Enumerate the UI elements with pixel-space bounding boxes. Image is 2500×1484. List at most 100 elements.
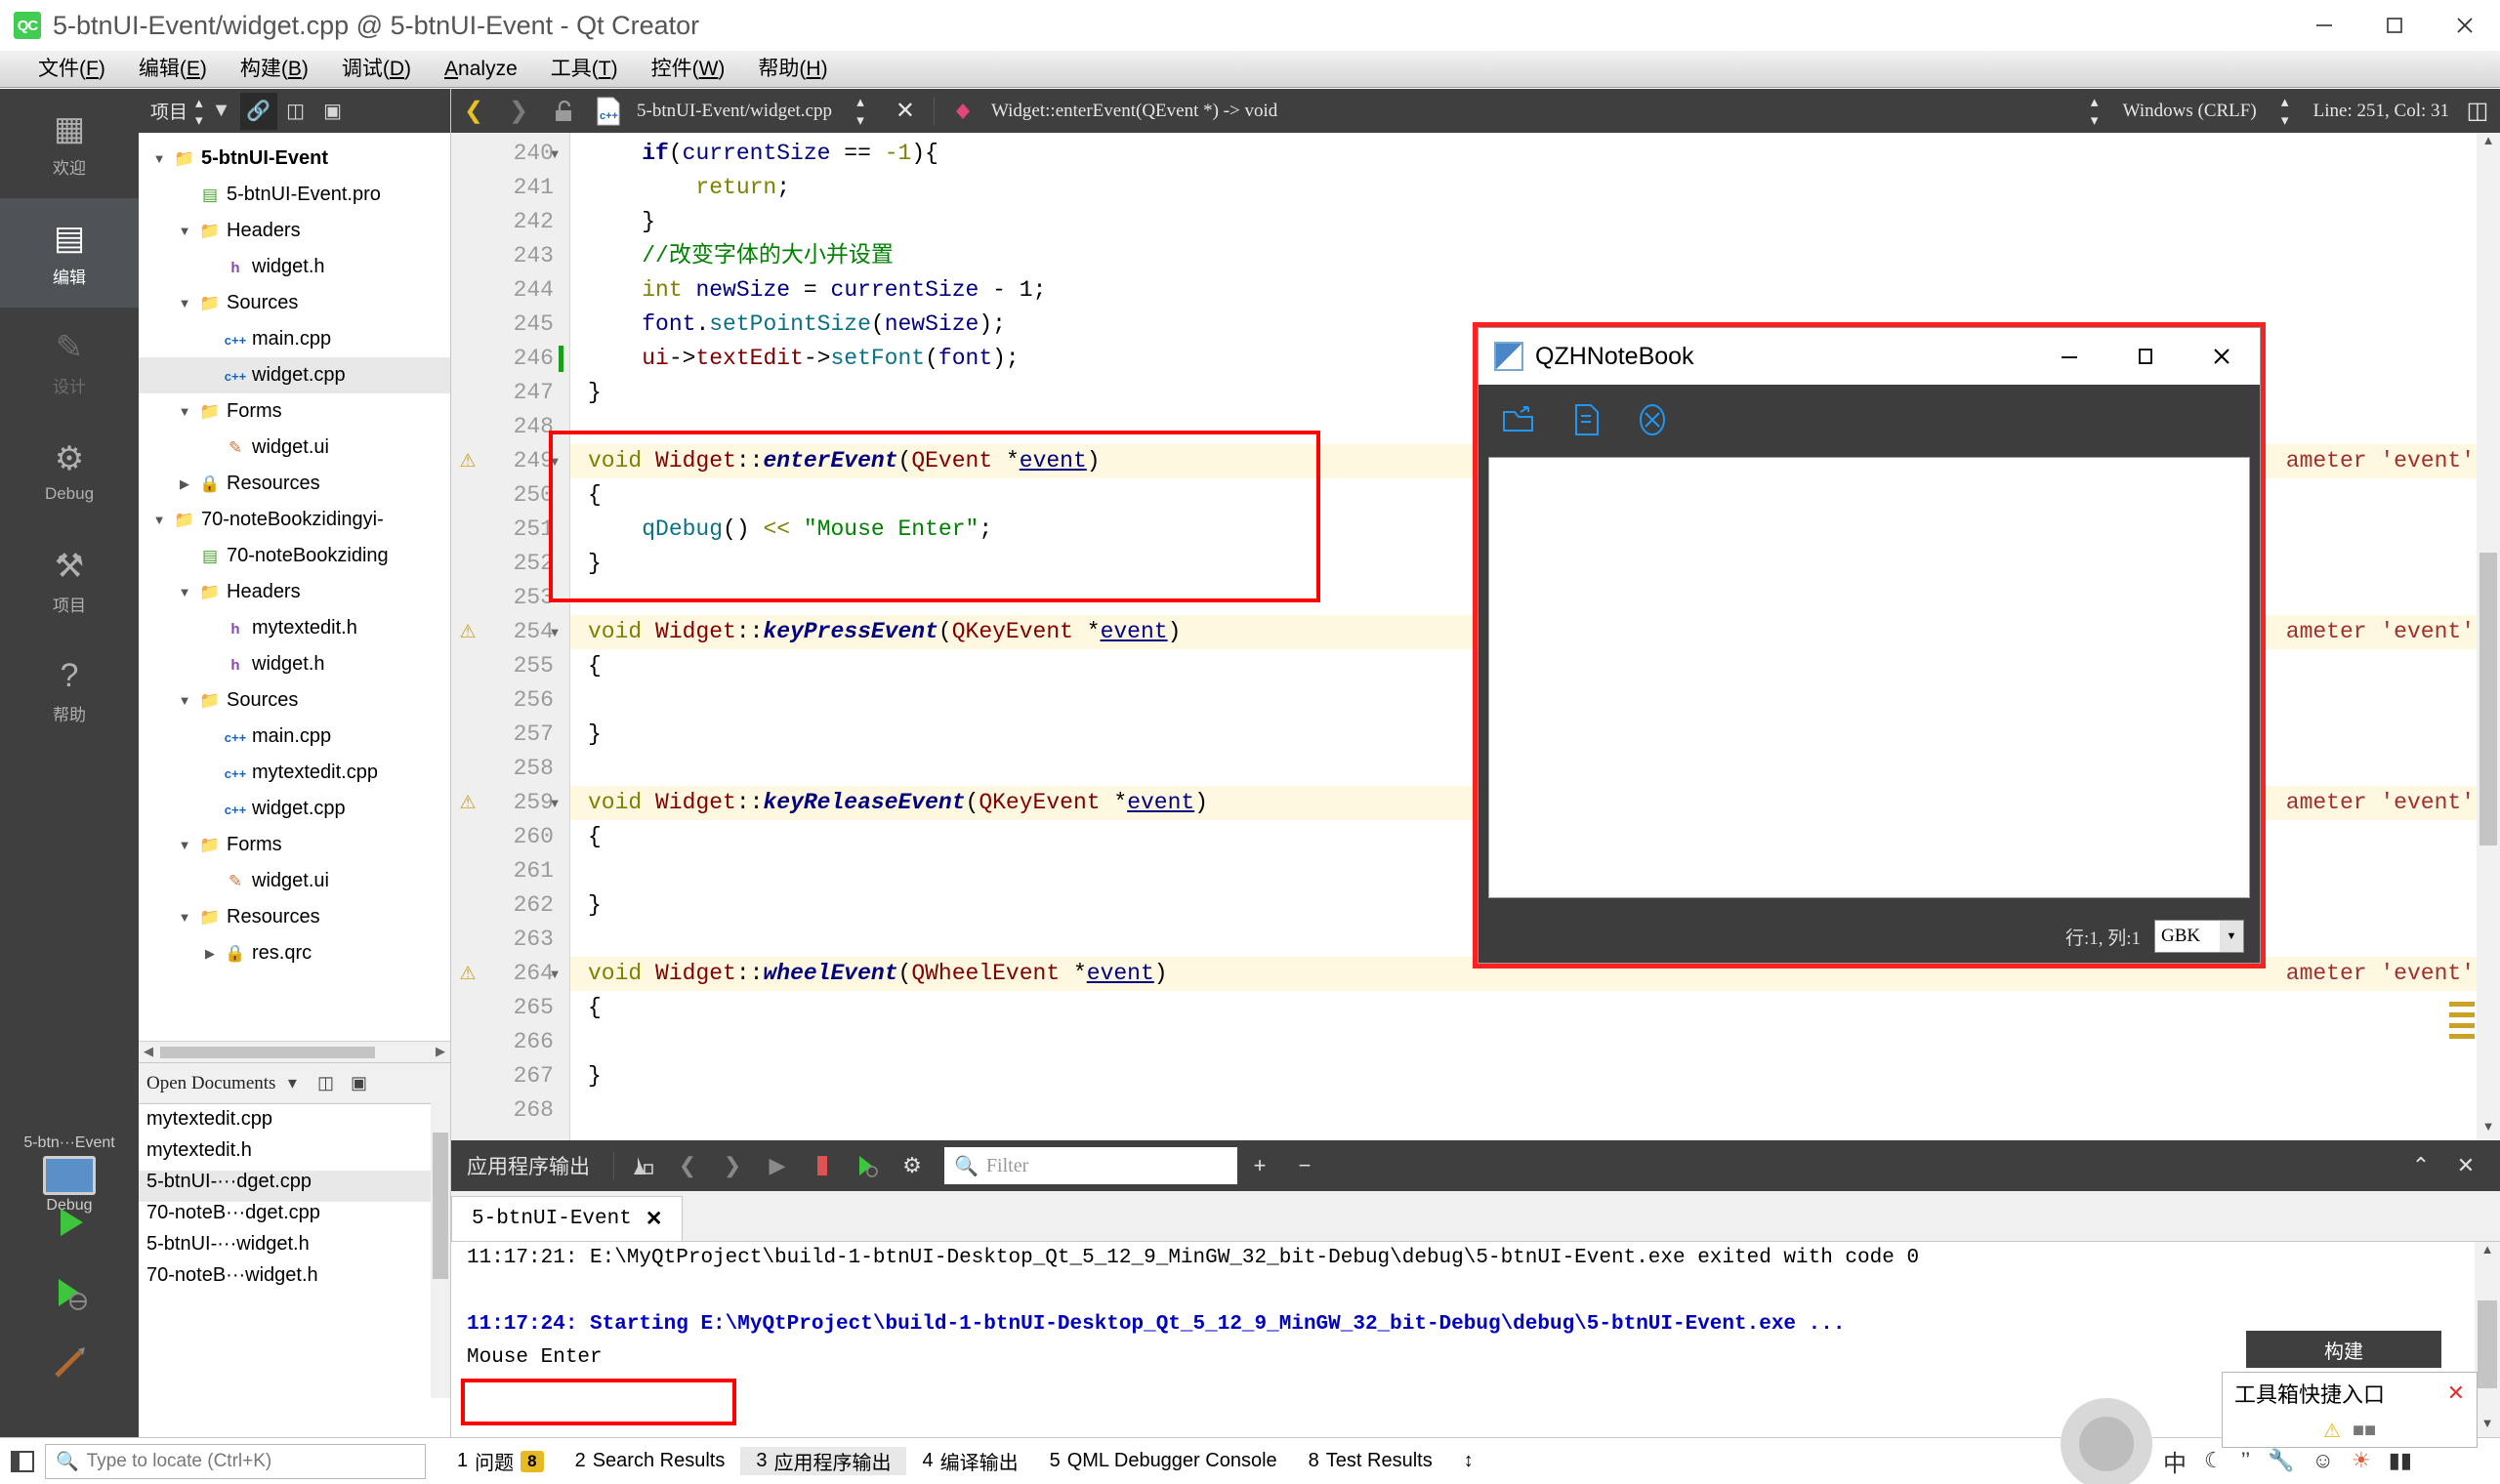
tree-item[interactable]: h mytextedit.h [139,610,450,646]
output-scroll-thumb[interactable] [2478,1300,2497,1388]
tree-item[interactable]: ▼ 📁 Headers [139,574,450,610]
menu-item-3[interactable]: 调试(D) [325,51,428,88]
output-pane-button-4[interactable]: 4 编译输出 [906,1447,1033,1475]
code-line[interactable]: } [588,547,602,581]
fold-toggle-icon[interactable]: ▼ [545,137,564,171]
code-line[interactable]: void Widget::enterEvent(QEvent *event) [588,444,1101,478]
mode-项目[interactable]: ⚒ 项目 [0,526,139,636]
qzhnotebook-minimize-button[interactable] [2031,328,2107,385]
menu-item-1[interactable]: 编辑(E) [122,51,224,88]
rerun-icon[interactable] [845,1140,890,1191]
code-line[interactable]: } [588,718,602,752]
unlock-icon[interactable] [541,89,586,133]
increase-font-icon[interactable]: + [1237,1140,1282,1191]
code-line[interactable]: if(currentSize == -1){ [588,137,938,171]
editor-scroll-up-arrow[interactable]: ▲ [2477,133,2500,154]
toolbox-close-icon[interactable]: ✕ [2447,1381,2465,1406]
code-line[interactable]: } [588,1059,602,1093]
editor-close-icon[interactable]: ✕ [883,89,928,133]
code-line[interactable]: void Widget::keyPressEvent(QKeyEvent *ev… [588,615,1181,649]
tree-item[interactable]: ▼ 📁 70-noteBookzidingyi- [139,502,450,538]
open-folder-icon[interactable] [1496,396,1543,443]
tree-item[interactable]: ▼ 📁 Sources [139,285,450,321]
maximize-output-icon[interactable]: ⌃ [2398,1140,2443,1191]
open-documents-collapse-icon[interactable]: ▣ [342,1073,375,1093]
tree-item[interactable]: c++ widget.cpp [139,357,450,393]
next-icon[interactable]: ❯ [710,1140,755,1191]
output-pane-button-5[interactable]: 5 QML Debugger Console [1034,1450,1293,1472]
chevron-down-icon[interactable]: ▼ [174,693,195,708]
link-icon[interactable]: 🔗 [239,92,277,130]
minimize-button[interactable] [2289,0,2359,51]
scroll-right-arrow[interactable]: ▶ [431,1044,450,1061]
chevron-down-icon[interactable]: ▼ [174,910,195,925]
qzhnotebook-text-area[interactable] [1488,457,2250,898]
menu-item-6[interactable]: 控件(W) [635,51,742,88]
build-button[interactable] [0,1328,139,1398]
decrease-font-icon[interactable]: − [1282,1140,1327,1191]
tree-item[interactable]: c++ mytextedit.cpp [139,755,450,791]
open-document-item[interactable]: mytextedit.h [139,1139,450,1171]
chevron-down-icon[interactable]: ▼ [174,404,195,419]
editor-scroll-thumb[interactable] [2479,553,2497,845]
code-line[interactable]: { [588,820,602,854]
chevron-down-icon[interactable]: ▼ [2220,921,2243,952]
editor-vertical-scrollbar[interactable]: ▲ ▼ [2477,133,2500,1140]
code-line[interactable]: } [588,888,602,923]
menu-item-2[interactable]: 构建(B) [224,51,325,88]
output-pane-button-2[interactable]: 2 Search Results [560,1450,741,1472]
open-document-item[interactable]: 5-btnUI-···widget.h [139,1233,450,1264]
close-output-icon[interactable]: ✕ [2443,1140,2488,1191]
run-icon[interactable]: ▶ [755,1140,800,1191]
menu-item-0[interactable]: 文件(F) [21,51,122,88]
project-tree[interactable]: ▼ 📁 5-btnUI-Event ▤ 5-btnUI-Event.pro ▼ 📁 Heade… [139,133,450,1031]
debug-button[interactable] [0,1257,139,1328]
mode-Debug[interactable]: ⚙ Debug [0,417,139,526]
code-line[interactable]: { [588,478,602,513]
tree-item[interactable]: ✎ widget.ui [139,863,450,899]
maximize-button[interactable] [2359,0,2430,51]
tree-item[interactable]: ▼ 📁 Resources [139,899,450,935]
assistant-avatar[interactable] [2061,1398,2152,1484]
chevron-down-icon[interactable]: ▼ [174,296,195,310]
project-view-combo[interactable]: 项目 ▴ ▾ [150,94,203,129]
chevron-right-icon[interactable]: ▶ [199,946,221,962]
smiley-icon[interactable]: ☺ [2312,1448,2334,1473]
output-tab[interactable]: 5-btnUI-Event ✕ [451,1196,684,1241]
menu-item-5[interactable]: 工具(T) [534,51,635,88]
comma-icon[interactable]: ’’ [2241,1448,2250,1473]
project-tree-hscrollbar[interactable]: ◀ ▶ [139,1041,450,1062]
split-editor-icon[interactable]: ◫ [2455,89,2500,133]
code-line[interactable]: } [588,376,602,410]
output-pane-updown-icon[interactable]: ↕ [1448,1450,1489,1472]
output-text[interactable]: 11:17:21: E:\MyQtProject\build-1-btnUI-D… [451,1242,2475,1437]
tree-item[interactable]: ▶ 🔒 Resources [139,466,450,502]
tree-item[interactable]: ▶ 🔒 res.qrc [139,935,450,971]
tree-item[interactable]: ▼ 📁 5-btnUI-Event [139,141,450,177]
file-combo-updown-icon[interactable]: ▴ ▾ [838,89,883,133]
fold-toggle-icon[interactable]: ▼ [545,786,564,820]
line-ending-label[interactable]: Windows (CRLF) [2117,101,2263,122]
open-documents-scroll-thumb[interactable] [433,1133,448,1279]
editor-symbol[interactable]: Widget::enterEvent(QEvent *) -> void [985,101,1283,122]
tree-item[interactable]: ▼ 📁 Headers [139,213,450,249]
sidebar-toggle-icon[interactable] [0,1438,45,1484]
code-line[interactable]: } [588,205,655,239]
filter-icon[interactable]: ▼ [203,93,240,130]
mode-欢迎[interactable]: ▦ 欢迎 [0,89,139,198]
run-button[interactable] [0,1187,139,1257]
code-line[interactable]: int newSize = currentSize - 1; [588,273,1046,308]
tree-item[interactable]: h widget.h [139,646,450,682]
code-line[interactable]: void Widget::wheelEvent(QWheelEvent *eve… [588,957,1168,991]
open-document-item[interactable]: 70-noteB···dget.cpp [139,1202,450,1233]
output-tab-close-icon[interactable]: ✕ [646,1207,663,1232]
tree-item[interactable]: ▼ 📁 Sources [139,682,450,719]
open-documents-split-icon[interactable]: ◫ [309,1073,342,1093]
code-line[interactable]: return; [588,171,790,205]
output-pane-button-3[interactable]: 3 应用程序输出 [740,1447,907,1475]
code-line[interactable]: //改变字体的大小并设置 [588,239,894,273]
open-documents-list[interactable]: mytextedit.cpp mytextedit.h 5-btnUI-···dge… [139,1103,450,1437]
chevron-down-icon[interactable]: ▼ [148,151,170,166]
qzhnotebook-window[interactable]: QZHNoteBook 行:1, 列:1 GBK ▼ [1473,322,2266,969]
chevron-down-icon[interactable]: ▼ [148,513,170,527]
